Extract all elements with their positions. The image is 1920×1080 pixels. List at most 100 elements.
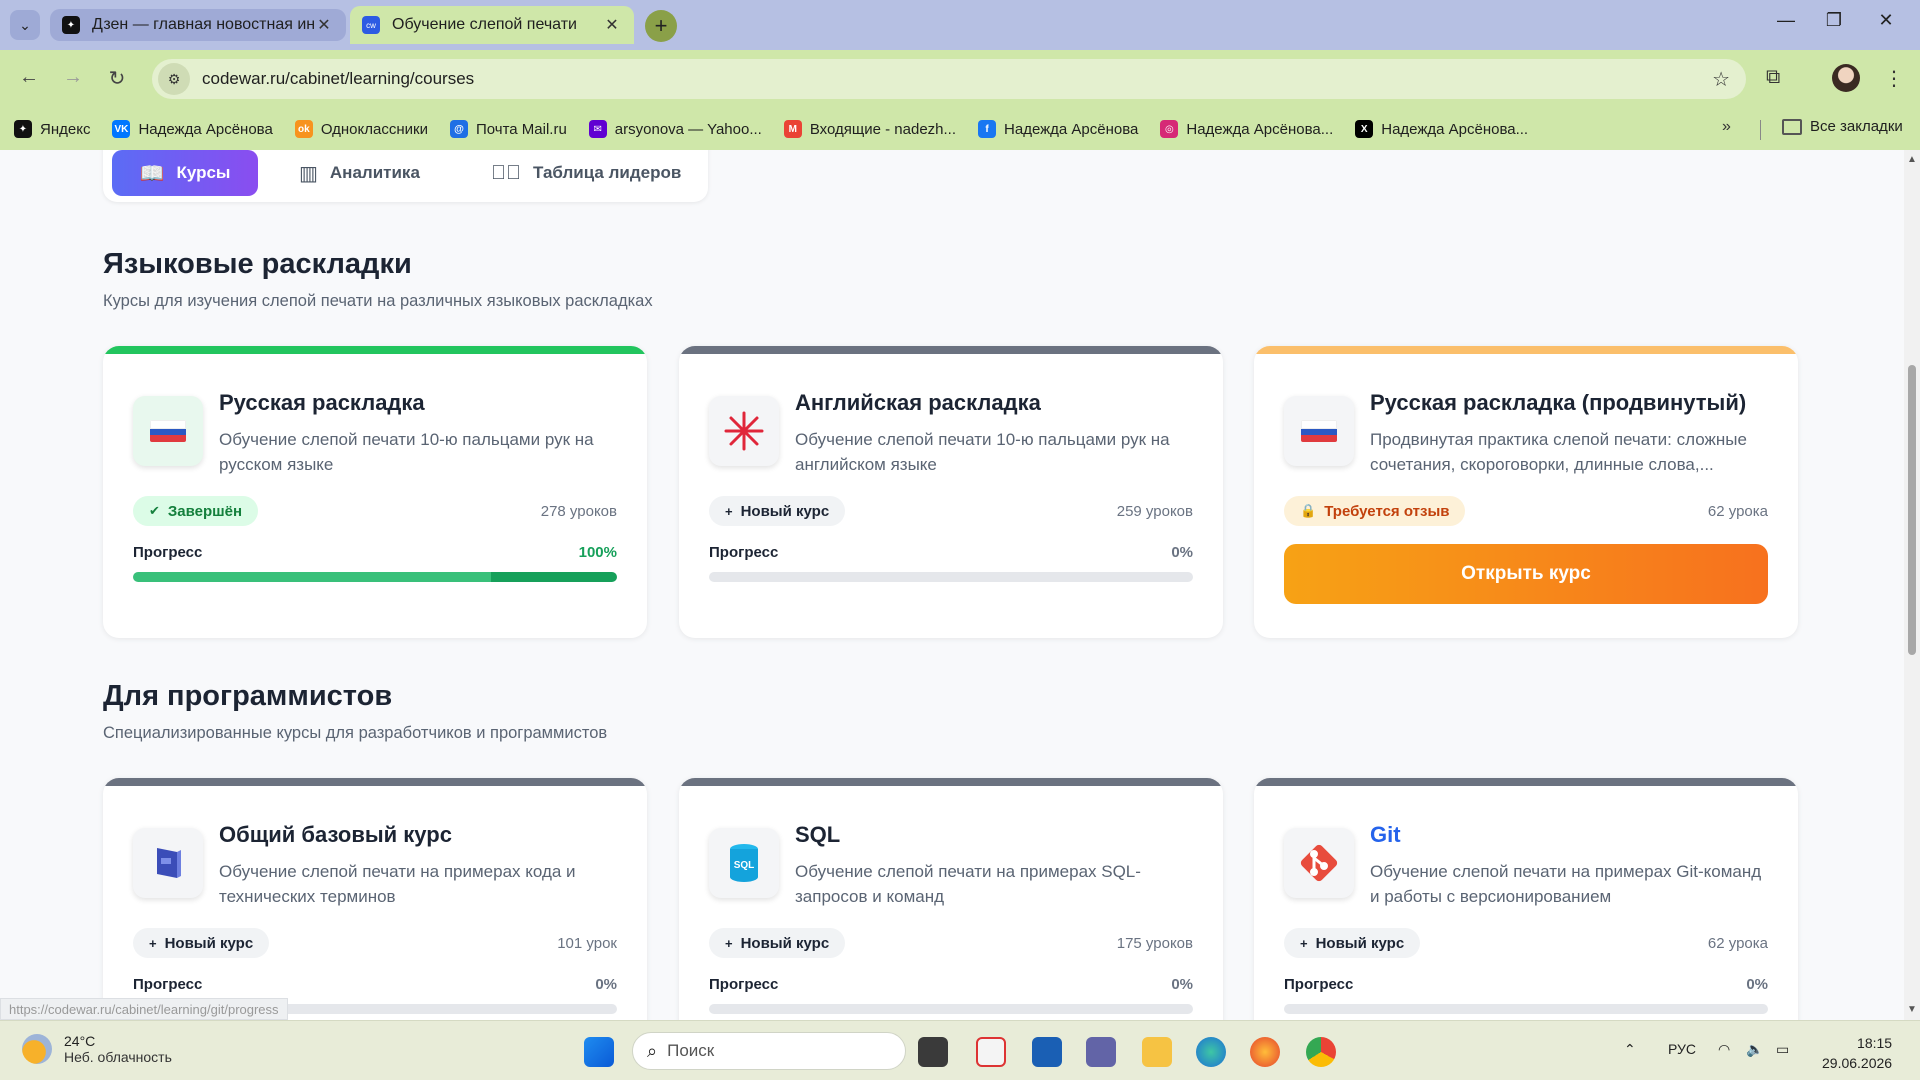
tab-label: Курсы [176, 163, 231, 182]
all-bookmarks-button[interactable]: Все закладки [1782, 118, 1903, 135]
edge-icon[interactable] [1196, 1037, 1226, 1067]
bookmark-favicon-icon: ok [294, 120, 313, 138]
battery-icon[interactable]: ▭ [1776, 1041, 1789, 1058]
card-accent-bar [103, 346, 647, 354]
bar-chart-icon: ▥ [299, 162, 318, 185]
snipping-tool-icon[interactable] [976, 1037, 1006, 1067]
address-bar[interactable]: ⚙ codewar.ru/cabinet/learning/courses ☆ [152, 59, 1746, 99]
arrow-right-icon: → [63, 66, 83, 88]
reload-button[interactable]: ↻ [102, 66, 132, 91]
bookmark-item[interactable]: ✦ Яндекс [14, 120, 90, 138]
search-icon: ⌕ [647, 1040, 658, 1061]
bookmark-item[interactable]: M Входящие - nadezh... [783, 120, 956, 138]
course-status-badge: + Новый курс [133, 928, 270, 958]
tab-list-button[interactable]: ⌄ [10, 10, 40, 40]
bookmark-favicon-icon: X [1355, 120, 1374, 138]
bookmark-item[interactable]: ◎ Надежда Арсёнова... [1160, 120, 1333, 138]
bookmark-label: arsyonova — Yahoo... [614, 120, 762, 138]
course-card[interactable]: Git Обучение слепой печати на примерах Gi… [1254, 778, 1798, 1020]
course-card[interactable]: SQL SQL Обучение слепой печати на примерах… [679, 778, 1223, 1020]
close-tab-icon[interactable]: ✕ [602, 15, 622, 35]
new-tab-button[interactable]: + [645, 10, 677, 42]
arrow-left-icon: ← [19, 66, 39, 88]
extensions-icon[interactable]: ⧉ [1766, 66, 1780, 89]
scroll-down-icon[interactable]: ▼ [1907, 1004, 1917, 1015]
tray-chevron-up-icon[interactable]: ⌃ [1624, 1041, 1636, 1058]
bookmark-item[interactable]: @ Почта Mail.ru [449, 120, 567, 138]
russian-flag-icon [1301, 420, 1337, 442]
bookmark-item[interactable]: ok Одноклассники [294, 120, 428, 138]
close-tab-icon[interactable]: ✕ [314, 15, 334, 35]
course-title[interactable]: Английская раскладка [795, 390, 1041, 416]
progress-fill [133, 572, 617, 582]
taskbar-search[interactable]: ⌕ Поиск [632, 1032, 906, 1070]
bookmark-item[interactable]: VK Надежда Арсёнова [112, 120, 273, 138]
scroll-thumb[interactable] [1908, 365, 1916, 655]
windows-start-icon[interactable] [584, 1037, 614, 1067]
scroll-up-icon[interactable]: ▲ [1907, 154, 1917, 165]
bookmark-item[interactable]: X Надежда Арсёнова... [1355, 120, 1528, 138]
close-window-button[interactable]: ✕ [1866, 10, 1906, 31]
book-icon: 📖 [139, 162, 165, 185]
course-status-badge: + Новый курс [709, 496, 846, 526]
lesson-count: 278 уроков [540, 503, 617, 520]
site-info-icon[interactable]: ⚙ [158, 63, 190, 95]
back-button[interactable]: ← [14, 66, 44, 89]
wifi-icon[interactable]: ◠ [1718, 1041, 1730, 1058]
bookmark-item[interactable]: ✉ arsyonova — Yahoo... [588, 120, 762, 138]
profile-avatar[interactable] [1832, 64, 1860, 92]
browser-tab-codewar[interactable]: cw Обучение слепой печати ✕ [350, 6, 634, 44]
git-icon [1300, 844, 1338, 882]
tab-title: Обучение слепой печати [392, 16, 577, 33]
chrome-icon[interactable] [1306, 1037, 1336, 1067]
volume-icon[interactable]: 🔈 [1746, 1041, 1763, 1058]
course-icon-box [709, 396, 779, 466]
badge-icon: + [1300, 935, 1308, 951]
more-bookmarks-icon[interactable]: » [1722, 118, 1731, 136]
taskbar-clock[interactable]: 18:15 29.06.2026 [1822, 1033, 1892, 1073]
forward-button[interactable]: → [58, 66, 88, 89]
tab-leaderboard[interactable]: ✓⃝ Таблица лидеров [491, 150, 681, 196]
bookmark-label: Надежда Арсёнова [1004, 120, 1139, 138]
tab-courses[interactable]: 📖 Курсы [112, 150, 258, 196]
open-course-button[interactable]: Открыть курс [1284, 544, 1768, 604]
url-text[interactable]: codewar.ru/cabinet/learning/courses [202, 69, 474, 89]
menu-kebab-icon[interactable]: ⋮ [1884, 66, 1904, 91]
course-card[interactable]: Английская раскладка Обучение слепой печа… [679, 346, 1223, 638]
course-description: Обучение слепой печати на примерах Git-к… [1370, 862, 1762, 906]
file-explorer-icon[interactable] [1142, 1037, 1172, 1067]
plus-icon: + [654, 13, 668, 38]
course-title[interactable]: SQL [795, 822, 840, 848]
course-nav-panel: 📖 Курсы ▥ Аналитика ✓⃝ Таблица лидеров [103, 150, 708, 202]
page-scrollbar[interactable]: ▲ ▼ [1904, 150, 1920, 1020]
course-status-badge: + Новый курс [709, 928, 846, 958]
tab-title: Дзен — главная новостная ин [92, 16, 314, 33]
input-language[interactable]: РУС [1668, 1041, 1696, 1057]
course-title[interactable]: Git [1370, 822, 1401, 848]
browser-tab-bar: ⌄ ✦ Дзен — главная новостная ин ✕ cw Обу… [0, 0, 1920, 50]
minimize-button[interactable]: — [1766, 10, 1806, 31]
bookmark-favicon-icon: f [978, 120, 997, 138]
task-view-icon[interactable] [918, 1037, 948, 1067]
teams-icon[interactable] [1086, 1037, 1116, 1067]
course-card[interactable]: Общий базовый курс Обучение слепой печати… [103, 778, 647, 1020]
progress-label: Прогресс [133, 544, 203, 561]
bookmark-label: Надежда Арсёнова... [1186, 120, 1334, 138]
course-title[interactable]: Русская раскладка [219, 390, 425, 416]
progress-label: Прогресс [1284, 976, 1354, 993]
course-description: Обучение слепой печати 10-ю пальцами рук… [219, 430, 594, 474]
bookmark-label: Надежда Арсёнова... [1381, 120, 1529, 138]
windows-taskbar: 24°C Неб. облачность ⌕ Поиск ⌃ РУС ◠ 🔈 ▭… [0, 1020, 1920, 1080]
browser-tab-dzen[interactable]: ✦ Дзен — главная новостная ин ✕ [50, 9, 346, 41]
bookmark-item[interactable]: f Надежда Арсёнова [978, 120, 1138, 138]
bookmark-star-icon[interactable]: ☆ [1712, 67, 1730, 92]
course-card[interactable]: Русская раскладка Обучение слепой печати … [103, 346, 647, 638]
course-card[interactable]: Русская раскладка (продвинутый) Продвинут… [1254, 346, 1798, 638]
maximize-button[interactable]: ❐ [1814, 10, 1854, 31]
course-title[interactable]: Общий базовый курс [219, 822, 452, 848]
tab-analytics[interactable]: ▥ Аналитика [299, 150, 420, 196]
weather-widget[interactable]: 24°C Неб. облачность [22, 1033, 172, 1065]
course-title[interactable]: Русская раскладка (продвинутый) [1370, 390, 1746, 416]
firefox-icon[interactable] [1250, 1037, 1280, 1067]
microsoft-store-icon[interactable] [1032, 1037, 1062, 1067]
